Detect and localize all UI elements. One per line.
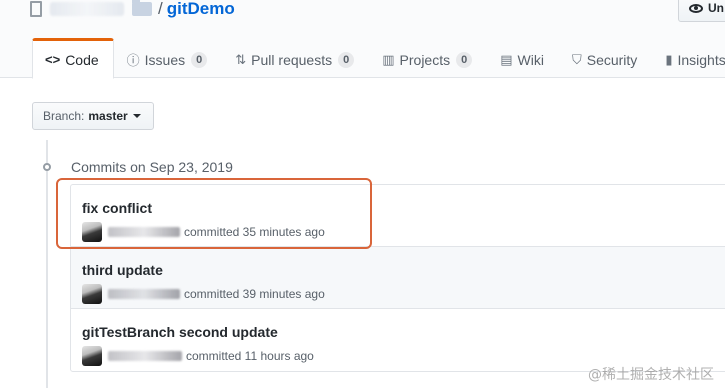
commit-meta: committed 35 minutes ago <box>82 222 325 242</box>
tab-pull-requests[interactable]: ⇅ Pull requests 0 <box>222 38 369 79</box>
git-commit-icon <box>40 161 54 173</box>
commit-item: gitTestBranch second update committed 11… <box>71 309 725 371</box>
issues-counter: 0 <box>191 51 208 68</box>
watermark: @稀土掘金技术社区 <box>588 367 714 383</box>
owner-name-redacted[interactable] <box>50 2 124 16</box>
repo-title: / gitDemo <box>30 0 235 21</box>
commit-time: committed 39 minutes ago <box>184 287 325 301</box>
code-icon: <> <box>45 52 61 67</box>
issue-icon: ⓘ <box>126 53 140 68</box>
tab-wiki[interactable]: ▤ Wiki <box>487 38 559 79</box>
commit-message-link[interactable]: gitTestBranch second update <box>82 324 278 340</box>
projects-counter: 0 <box>456 51 473 68</box>
unwatch-button[interactable]: Un <box>678 0 725 22</box>
shield-icon: ⛉ <box>571 51 582 67</box>
folder-icon <box>132 0 152 16</box>
branch-name: master <box>88 109 128 123</box>
commit-timeline <box>46 140 48 388</box>
branch-select-button[interactable]: Branch: master <box>32 102 154 130</box>
commit-list: fix conflict committed 35 minutes ago th… <box>70 184 725 372</box>
caret-down-icon <box>132 114 141 118</box>
commit-time: committed 35 minutes ago <box>184 225 325 239</box>
author-name-redacted[interactable] <box>108 351 182 361</box>
avatar[interactable] <box>82 346 102 366</box>
commit-group-title: Commits on Sep 23, 2019 <box>71 159 233 175</box>
commit-item: third update committed 39 minutes ago <box>71 247 725 309</box>
commit-meta: committed 11 hours ago <box>82 346 314 366</box>
tab-label: Issues <box>144 51 186 68</box>
repo-nav-tabs: <> Code ⓘ Issues 0 ⇅ Pull requests 0 ▥ P… <box>32 38 725 79</box>
tab-label: Pull requests <box>251 51 333 68</box>
repo-name-link[interactable]: gitDemo <box>167 0 235 19</box>
tab-code[interactable]: <> Code <box>32 38 114 79</box>
branch-label: Branch: <box>43 109 85 123</box>
author-name-redacted[interactable] <box>108 289 180 299</box>
unwatch-label: Un <box>708 1 724 15</box>
avatar[interactable] <box>82 284 102 304</box>
repo-header: / gitDemo Un <> Code ⓘ Issues 0 ⇅ Pull r… <box>0 0 725 79</box>
project-icon: ▥ <box>382 51 395 67</box>
tab-label: Projects <box>399 51 451 68</box>
tab-insights[interactable]: ▮ Insights <box>652 38 725 79</box>
graph-icon: ▮ <box>665 51 673 67</box>
commit-message-link[interactable]: fix conflict <box>82 200 152 216</box>
commit-meta: committed 39 minutes ago <box>82 284 325 304</box>
repo-icon <box>30 1 42 17</box>
tab-label: Insights <box>677 51 725 68</box>
commit-message-link[interactable]: third update <box>82 262 163 278</box>
author-name-redacted[interactable] <box>108 227 180 237</box>
tab-issues[interactable]: ⓘ Issues 0 <box>114 38 223 79</box>
commit-time: committed 11 hours ago <box>186 349 314 363</box>
pull-requests-counter: 0 <box>338 51 355 68</box>
path-separator: / <box>158 0 163 18</box>
wiki-icon: ▤ <box>500 51 513 67</box>
tab-label: Code <box>65 51 99 68</box>
tab-label: Security <box>586 51 638 68</box>
avatar[interactable] <box>82 222 102 242</box>
eye-icon <box>689 3 703 13</box>
commit-item: fix conflict committed 35 minutes ago <box>71 185 725 247</box>
tab-security[interactable]: ⛉ Security <box>559 38 652 79</box>
tab-projects[interactable]: ▥ Projects 0 <box>369 38 487 79</box>
pull-request-icon: ⇅ <box>235 51 247 67</box>
tab-label: Wiki <box>517 51 544 68</box>
